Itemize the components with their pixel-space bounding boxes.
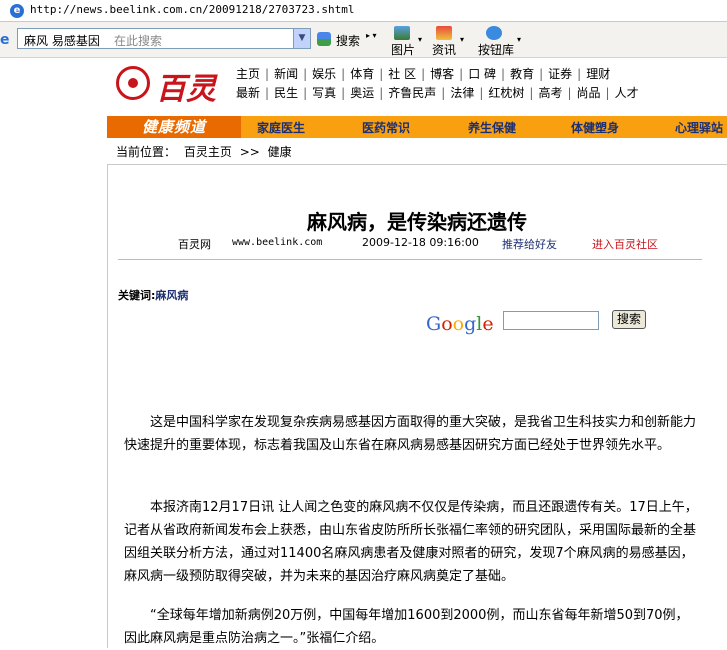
search-menu-arrow-icon[interactable]: ▸ ▾ <box>366 31 377 40</box>
images-button[interactable]: 图片 <box>391 41 415 58</box>
article-source-url[interactable]: www.beelink.com <box>232 237 322 248</box>
nav-link[interactable]: 体育 <box>350 67 374 81</box>
google-search-button[interactable]: 搜索 <box>612 310 646 329</box>
address-url[interactable]: http://news.beelink.com.cn/20091218/2703… <box>30 3 355 16</box>
nav-link[interactable]: 人才 <box>615 86 639 100</box>
nav-link[interactable]: 尚品 <box>577 86 601 100</box>
keywords-label: 关键词: <box>118 289 156 302</box>
nav-link[interactable]: 最新 <box>236 86 260 100</box>
channel-item[interactable]: 养生保健 <box>468 119 516 136</box>
nav-separator: | <box>501 67 506 81</box>
toolbar-search-button[interactable]: 搜索 <box>336 32 360 49</box>
news-menu-arrow-icon[interactable]: ▾ <box>460 35 464 44</box>
nav-separator: | <box>459 67 464 81</box>
nav-link[interactable]: 齐鲁民声 <box>388 86 436 100</box>
nav-separator: | <box>265 86 270 100</box>
toolbar-search-input[interactable]: 麻风 易感基因 在此搜索 ▼ <box>17 28 311 49</box>
search-placeholder: 在此搜索 <box>114 34 163 48</box>
nav-link[interactable]: 理财 <box>586 67 610 81</box>
search-toolbar: e 麻风 易感基因 在此搜索 ▼ 搜索 ▸ ▾ 图片 ▾ 资讯 ▾ 按钮库 ▾ <box>0 22 727 58</box>
breadcrumb: 当前位置： 百灵主页 >> 健康 <box>116 143 292 160</box>
search-terms: 麻风 易感基因 <box>24 34 100 48</box>
community-link[interactable]: 进入百灵社区 <box>592 236 658 252</box>
nav-link[interactable]: 写真 <box>312 86 336 100</box>
google-logo: Google <box>426 313 494 335</box>
paragraph-text: 本报济南12月17日讯 让人闻之色变的麻风病不仅仅是传染病，而且还跟遗传有关。1… <box>124 500 698 584</box>
button-library-arrow-icon[interactable]: ▾ <box>517 35 521 44</box>
nav-separator: | <box>605 86 610 100</box>
google-search-icon <box>317 32 331 46</box>
search-dropdown-icon[interactable]: ▼ <box>293 29 310 48</box>
nav-separator: | <box>303 67 308 81</box>
breadcrumb-separator: >> <box>239 145 260 159</box>
nav-separator: | <box>303 86 308 100</box>
nav-link[interactable]: 教育 <box>510 67 534 81</box>
nav-separator: | <box>529 86 534 100</box>
google-logo-text: Google <box>426 313 494 335</box>
nav-separator: | <box>539 67 544 81</box>
news-button[interactable]: 资讯 <box>432 41 456 58</box>
channel-title: 健康频道 <box>107 116 241 138</box>
logo-mark-icon <box>116 66 150 100</box>
nav-separator: | <box>341 67 346 81</box>
nav-link[interactable]: 民生 <box>274 86 298 100</box>
nav-link[interactable]: 新闻 <box>274 67 298 81</box>
logo-text: 百灵 <box>156 72 216 107</box>
nav-separator: | <box>567 86 572 100</box>
nav-separator: | <box>479 86 484 100</box>
nav-row-1: 主页 | 新闻 | 娱乐 | 体育 | 社 区 | 博客 | 口 碑 | 教育 | 证券 | 理财 <box>236 65 610 83</box>
channel-item[interactable]: 家庭医生 <box>257 119 305 136</box>
nav-link[interactable]: 口 碑 <box>468 67 496 81</box>
article-title: 麻风病，是传染病还遗传 <box>307 210 527 234</box>
nav-separator: | <box>341 86 346 100</box>
nav-link[interactable]: 证券 <box>548 67 572 81</box>
nav-separator: | <box>265 67 270 81</box>
nav-separator: | <box>421 67 426 81</box>
channel-item[interactable]: 心理驿站 <box>675 119 723 136</box>
article-source: 百灵网 <box>178 238 211 251</box>
site-logo[interactable]: 百灵 <box>116 62 224 107</box>
nav-link[interactable]: 娱乐 <box>312 67 336 81</box>
nav-link[interactable]: 法律 <box>450 86 474 100</box>
article-paragraph: 本报济南12月17日讯 让人闻之色变的麻风病不仅仅是传染病，而且还跟遗传有关。1… <box>124 496 701 588</box>
nav-separator: | <box>441 86 446 100</box>
google-search-input[interactable] <box>503 311 599 330</box>
nav-link[interactable]: 高考 <box>538 86 562 100</box>
breadcrumb-home-link[interactable]: 百灵主页 <box>184 145 232 159</box>
nav-separator: | <box>379 86 384 100</box>
images-menu-arrow-icon[interactable]: ▾ <box>418 35 422 44</box>
breadcrumb-current[interactable]: 健康 <box>268 145 292 159</box>
button-library-icon <box>486 26 502 40</box>
channel-bar: 健康频道 家庭医生 医药常识 养生保健 体健塑身 心理驿站 <box>107 116 727 138</box>
paragraph-text: “全球每年增加新病例20万例，中国每年增加1600到2000例，而山东省每年新增… <box>124 608 689 646</box>
nav-row-2: 最新 | 民生 | 写真 | 奥运 | 齐鲁民声 | 法律 | 红枕树 | 高考 | 尚品 | 人才 <box>236 84 639 102</box>
news-icon <box>436 26 452 40</box>
nav-link[interactable]: 博客 <box>430 67 454 81</box>
breadcrumb-prefix: 当前位置： <box>116 145 177 159</box>
nav-link[interactable]: 奥运 <box>350 86 374 100</box>
paragraph-text: 这是中国科学家在发现复杂疾病易感基因方面取得的重大突破，是我省卫生科技实力和创新… <box>124 415 697 453</box>
address-bar[interactable]: e http://news.beelink.com.cn/20091218/27… <box>0 0 727 22</box>
channel-item[interactable]: 体健塑身 <box>571 119 619 136</box>
keywords-value[interactable]: 麻风病 <box>155 289 188 302</box>
article-datetime: 2009-12-18 09:16:00 <box>362 236 479 249</box>
nav-link[interactable]: 主页 <box>236 67 260 81</box>
article-paragraph: “全球每年增加新病例20万例，中国每年增加1600到2000例，而山东省每年新增… <box>124 604 701 650</box>
google-toolbar-logo-icon: e <box>0 32 10 48</box>
share-link[interactable]: 推荐给好友 <box>502 236 557 252</box>
nav-separator: | <box>577 67 582 81</box>
button-library-button[interactable]: 按钮库 <box>478 41 514 58</box>
channel-item[interactable]: 医药常识 <box>362 119 410 136</box>
nav-link[interactable]: 社 区 <box>388 67 416 81</box>
divider <box>118 259 702 260</box>
keywords: 关键词:麻风病 <box>118 287 188 303</box>
images-icon <box>394 26 410 40</box>
article-paragraph: 这是中国科学家在发现复杂疾病易感基因方面取得的重大突破，是我省卫生科技实力和创新… <box>124 411 701 457</box>
nav-separator: | <box>379 67 384 81</box>
ie-page-icon: e <box>10 4 24 18</box>
article-meta: 百灵网 www.beelink.com 2009-12-18 09:16:00 … <box>107 236 727 252</box>
nav-link[interactable]: 红枕树 <box>488 86 524 100</box>
